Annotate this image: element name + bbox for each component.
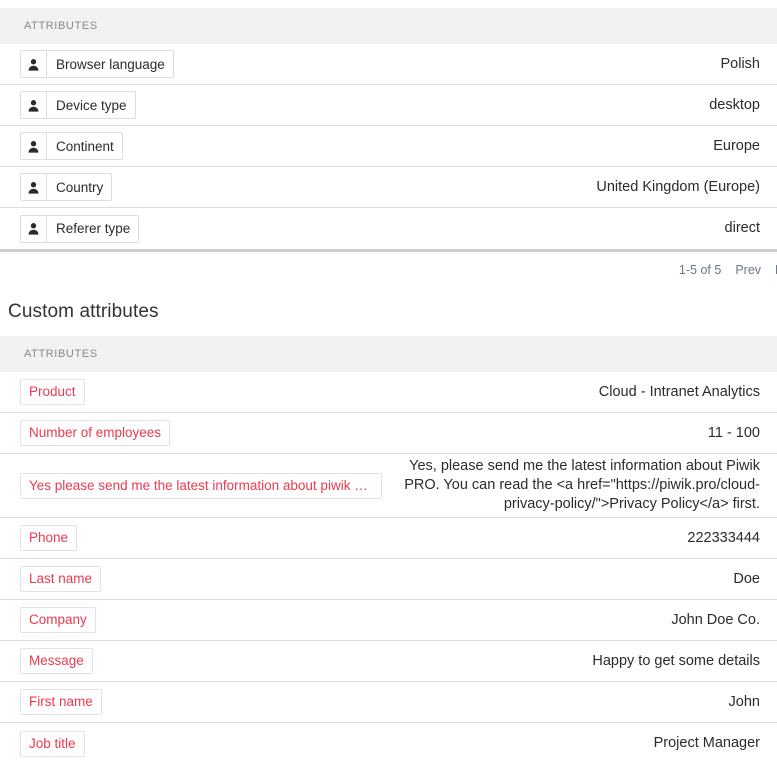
custom-attribute-chip[interactable]: Message [20,648,93,674]
attribute-value: Polish [720,55,761,72]
table-row: Last name Doe [0,559,777,600]
table-row: Country United Kingdom (Europe) [0,167,777,208]
attribute-value: Europe [713,137,760,154]
attribute-name: Phone [29,530,69,545]
attribute-name-cell: Phone [16,525,78,551]
custom-attribute-chip[interactable]: Product [20,379,85,405]
table-row: First name John [0,682,777,723]
attribute-name: Browser language [56,56,165,72]
attribute-chip[interactable]: Referer type [20,214,140,243]
attribute-name: Device type [56,97,127,113]
attribute-name: Job title [29,735,76,751]
custom-attribute-chip[interactable]: Number of employees [20,420,171,446]
attribute-name: Product [29,384,76,399]
custom-attribute-chip[interactable]: Yes please send me the latest informatio… [20,472,382,499]
person-icon [21,133,47,159]
attribute-chip[interactable]: Device type [20,91,136,119]
table-row: Phone 222333444 [0,518,777,559]
person-icon [21,215,47,242]
attribute-value: 11 - 100 [707,424,760,441]
attribute-value: United Kingdom (Europe) [596,178,760,195]
attribute-name-cell: Device type [16,91,136,119]
table-row: Continent Europe [0,126,777,167]
top-spacer [0,0,777,8]
standard-attributes-rows: Browser language Polish Device type desk… [0,44,777,249]
attribute-value: Happy to get some details [592,652,760,669]
table-row: Product Cloud - Intranet Analytics [0,372,777,413]
attribute-name-cell: Country [16,173,113,201]
attribute-name-cell: Product [16,379,85,405]
attribute-name: Message [29,653,84,668]
attribute-value: John [728,693,760,710]
attribute-chip[interactable]: Continent [20,132,123,160]
pagination-count: 1-5 of 5 [678,262,722,277]
custom-attribute-chip[interactable]: Company [20,607,96,633]
attribute-name: Company [29,612,87,627]
table-row: Browser language Polish [0,44,777,85]
table-row: Message Happy to get some details [0,641,777,682]
attribute-value: direct [724,220,760,236]
standard-attributes-table-header: ATTRIBUTES [0,8,777,44]
table-row: Yes please send me the latest informatio… [0,454,777,518]
attribute-name: Yes please send me the latest informatio… [29,477,375,493]
person-icon [21,92,47,118]
attribute-value: Doe [733,570,760,587]
attribute-chip[interactable]: Country [20,173,113,201]
standard-attributes-table: ATTRIBUTES Browser language Polish Devic… [0,8,777,287]
custom-attributes-table-header: ATTRIBUTES [0,336,777,372]
attribute-value: Yes, please send me the latest informati… [404,458,760,512]
custom-attribute-chip[interactable]: Job title [20,730,85,757]
attribute-value: John Doe Co. [671,611,760,628]
attribute-name-cell: Referer type [16,214,140,243]
attribute-name-cell: Browser language [16,50,174,78]
person-icon [21,174,47,200]
attribute-name-cell: Yes please send me the latest informatio… [16,472,382,499]
attribute-value: 222333444 [687,529,760,546]
pagination-prev-button[interactable]: Prev [735,263,761,277]
attribute-value: Project Manager [653,735,760,751]
custom-attributes-table: ATTRIBUTES Product Cloud - Intranet Anal… [0,336,777,764]
table-row: Company John Doe Co. [0,600,777,641]
custom-attributes-rows: Product Cloud - Intranet Analytics Numbe… [0,372,777,764]
person-icon [21,51,47,77]
attribute-name: Number of employees [29,425,162,440]
table-row: Number of employees 11 - 100 [0,413,777,454]
attribute-name: Continent [56,138,114,154]
attribute-name: Last name [29,571,93,586]
attribute-name-cell: First name [16,689,102,715]
page-title-custom-attributes: Custom attributes [8,301,159,322]
attribute-name: Referer type [56,221,131,236]
column-header-attributes: ATTRIBUTES [24,348,98,360]
pagination: 1-5 of 5 Prev Ne [0,252,777,287]
custom-attribute-chip[interactable]: Phone [20,525,78,551]
custom-attribute-chip[interactable]: First name [20,689,102,715]
attribute-name-cell: Number of employees [16,420,171,446]
attribute-value: desktop [709,96,760,113]
attribute-name-cell: Job title [16,730,85,757]
column-header-attributes: ATTRIBUTES [24,20,98,32]
attribute-name: Country [56,179,104,195]
table-row: Referer type direct [0,208,777,249]
attribute-chip[interactable]: Browser language [20,50,174,78]
table-row: Job title Project Manager [0,723,777,764]
attribute-name-cell: Company [16,607,96,633]
attribute-name-cell: Continent [16,132,123,160]
attribute-name: First name [29,694,93,709]
attributes-page: ATTRIBUTES Browser language Polish Devic… [0,0,777,764]
custom-attribute-chip[interactable]: Last name [20,566,102,592]
attribute-name-cell: Message [16,648,93,674]
attribute-value: Cloud - Intranet Analytics [598,383,760,400]
attribute-name-cell: Last name [16,566,102,592]
table-row: Device type desktop [0,85,777,126]
